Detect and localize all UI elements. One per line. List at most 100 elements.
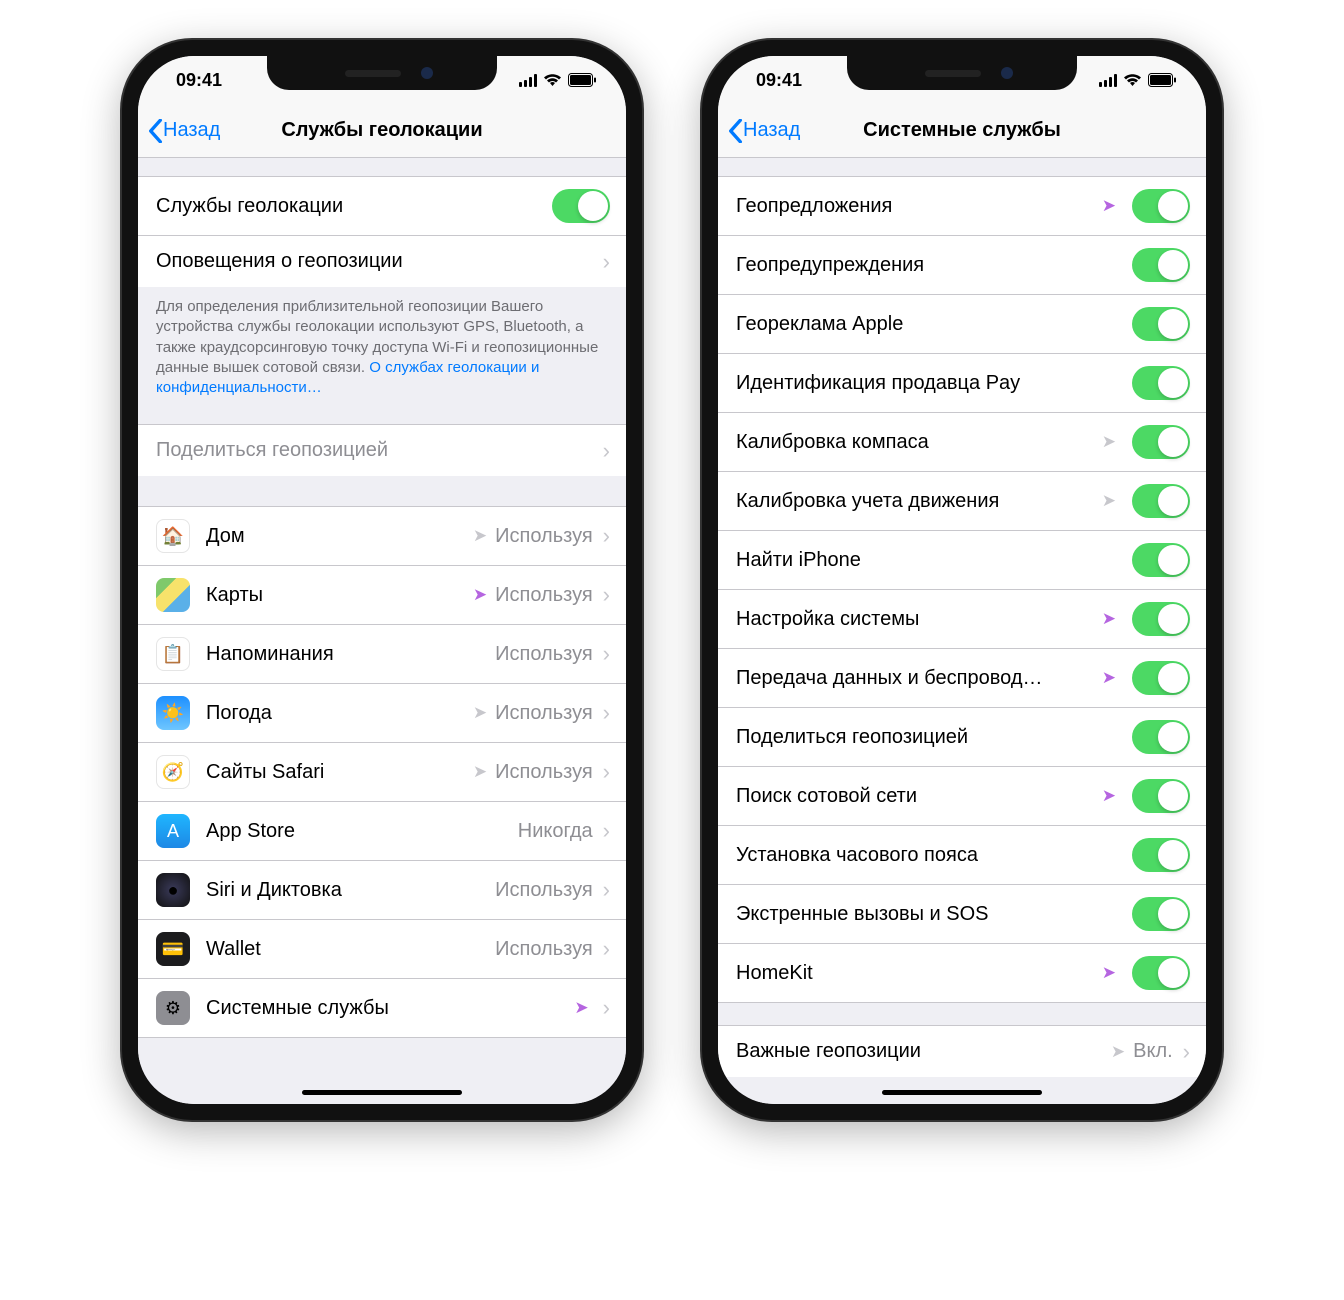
screen: 09:41 Назад Системные службы Геопредложе… [718,56,1206,1104]
service-label: Установка часового пояса [736,844,1124,867]
app-cell[interactable]: ⚙Системные службы➤› [138,978,626,1038]
app-cell[interactable]: A App StoreНикогда › [138,801,626,860]
toggle-switch[interactable] [1132,484,1190,518]
chevron-left-icon [728,119,743,143]
battery-icon [1148,73,1176,87]
toggle-switch[interactable] [1132,543,1190,577]
footer-text: Для определения приблизительной геопозиц… [138,287,626,412]
content[interactable]: Геопредложения➤ГеопредупрежденияГеорекла… [718,158,1206,1104]
wifi-icon [543,73,562,87]
status-time: 09:41 [176,70,222,91]
app-cell[interactable]: 💳WalletИспользуя› [138,919,626,978]
toggle-switch[interactable] [1132,248,1190,282]
service-cell[interactable]: Передача данных и беспровод…➤ [718,648,1206,707]
significant-locations-cell[interactable]: Важные геопозиции ➤ Вкл. › [718,1025,1206,1077]
chevron-left-icon [148,119,163,143]
wifi-icon [1123,73,1142,87]
location-arrow-icon: ➤ [473,585,487,605]
service-label: Найти iPhone [736,549,1124,572]
back-button[interactable]: Назад [718,119,800,143]
back-label: Назад [743,119,800,142]
toggle-switch[interactable] [1132,838,1190,872]
app-status: Используя [495,702,593,725]
app-icon: A [156,814,190,848]
chevron-right-icon: › [603,582,610,608]
service-cell[interactable]: Поделиться геопозицией [718,707,1206,766]
cellular-icon [519,74,538,87]
app-status: Используя [495,938,593,961]
service-cell[interactable]: Поиск сотовой сети➤ [718,766,1206,825]
cellular-icon [1099,74,1118,87]
service-cell[interactable]: HomeKit➤ [718,943,1206,1003]
toggle-switch[interactable] [1132,661,1190,695]
service-cell[interactable]: Калибровка учета движения➤ [718,471,1206,530]
toggle-switch[interactable] [1132,720,1190,754]
back-button[interactable]: Назад [138,119,220,143]
app-status: Никогда [518,820,593,843]
service-cell[interactable]: Экстренные вызовы и SOS [718,884,1206,943]
service-label: Поиск сотовой сети [736,785,1102,808]
content[interactable]: Службы геолокации Оповещения о геопозици… [138,158,626,1104]
location-alerts-cell[interactable]: Оповещения о геопозиции › [138,235,626,287]
app-cell[interactable]: 🧭Сайты Safari➤Используя› [138,742,626,801]
location-arrow-icon: ➤ [473,526,487,546]
app-cell[interactable]: Карты➤ Используя › [138,565,626,624]
toggle-switch[interactable] [1132,425,1190,459]
service-cell[interactable]: Геореклама Apple [718,294,1206,353]
share-location-cell[interactable]: Поделиться геопозицией › [138,424,626,476]
service-cell[interactable]: Найти iPhone [718,530,1206,589]
app-label: Системные службы [206,997,574,1020]
cell-label: Службы геолокации [156,195,544,218]
app-label: Wallet [206,938,495,961]
cell-label: Важные геопозиции [736,1040,1111,1063]
app-status: Используя [495,761,593,784]
app-cell[interactable]: ●Siri и ДиктовкаИспользуя› [138,860,626,919]
chevron-right-icon: › [603,818,610,844]
toggle-switch[interactable] [1132,779,1190,813]
app-icon: ⚙ [156,991,190,1025]
toggle-switch[interactable] [1132,366,1190,400]
service-cell[interactable]: Геопредупреждения [718,235,1206,294]
app-cell[interactable]: ☀️Погода➤Используя› [138,683,626,742]
app-status: Используя [495,584,593,607]
app-label: Siri и Диктовка [206,879,495,902]
toggle-switch[interactable] [1132,897,1190,931]
toggle-switch[interactable] [1132,956,1190,990]
location-arrow-icon: ➤ [1102,491,1116,511]
app-cell[interactable]: 📋НапоминанияИспользуя› [138,624,626,683]
service-cell[interactable]: Идентификация продавца Pay [718,353,1206,412]
app-label: Сайты Safari [206,761,473,784]
toggle-switch[interactable] [1132,189,1190,223]
app-cell[interactable]: 🏠Дом➤Используя› [138,506,626,565]
toggle-switch[interactable] [552,189,610,223]
app-icon: 📋 [156,637,190,671]
chevron-right-icon: › [1183,1039,1190,1065]
app-label: App Store [206,820,518,843]
app-icon: 🧭 [156,755,190,789]
service-label: Геопредупреждения [736,254,1124,277]
service-cell[interactable]: Геопредложения➤ [718,176,1206,235]
location-arrow-icon: ➤ [1102,786,1116,806]
service-label: Геопредложения [736,195,1102,218]
home-indicator[interactable] [302,1090,462,1095]
chevron-right-icon: › [603,438,610,464]
toggle-switch[interactable] [1132,602,1190,636]
status-time: 09:41 [756,70,802,91]
app-icon [156,578,190,612]
chevron-right-icon: › [603,641,610,667]
service-cell[interactable]: Установка часового пояса [718,825,1206,884]
cell-label: Поделиться геопозицией [156,439,597,462]
apps-list: 🏠Дом➤Используя›Карты➤Используя›📋Напомина… [138,506,626,1038]
location-services-toggle-cell[interactable]: Службы геолокации [138,176,626,235]
notch [847,56,1077,90]
service-label: Экстренные вызовы и SOS [736,903,1124,926]
app-label: Карты [206,584,473,607]
back-label: Назад [163,119,220,142]
chevron-right-icon: › [603,995,610,1021]
toggle-switch[interactable] [1132,307,1190,341]
location-arrow-icon: ➤ [473,703,487,723]
home-indicator[interactable] [882,1090,1042,1095]
service-cell[interactable]: Калибровка компаса➤ [718,412,1206,471]
app-icon: ● [156,873,190,907]
service-cell[interactable]: Настройка системы➤ [718,589,1206,648]
